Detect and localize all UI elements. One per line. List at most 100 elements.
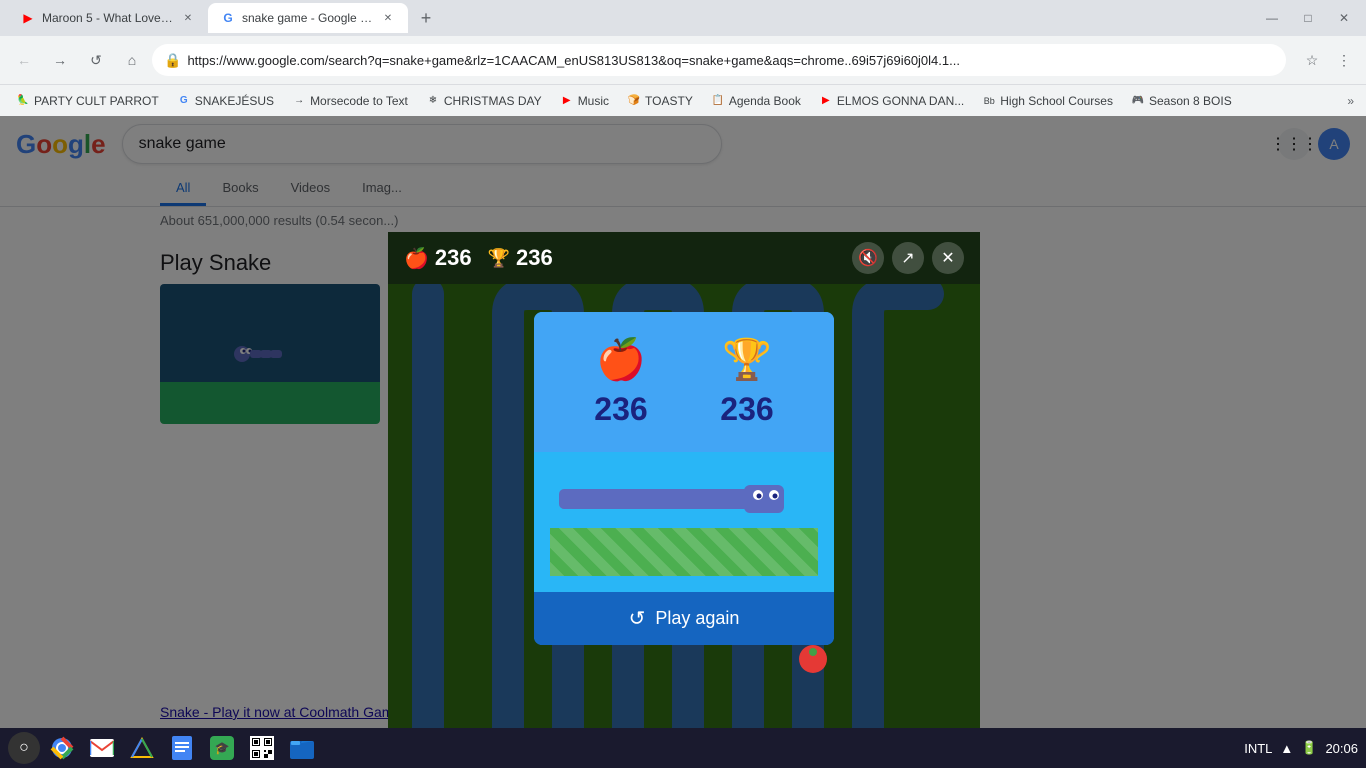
tab-youtube[interactable]: ▶ Maroon 5 - What Lovers Do (Lyri... ✕ [8,3,208,33]
taskbar-qr[interactable] [244,730,280,766]
taskbar-drive[interactable] [124,730,160,766]
taskbar-right: INTL ▲ 🔋 20:06 [1244,740,1358,756]
bookmark-snake[interactable]: G SNAKEJÉSUS [169,92,282,110]
bookmark-morse[interactable]: → Morsecode to Text [284,92,416,110]
browser-frame: ▶ Maroon 5 - What Lovers Do (Lyri... ✕ G… [0,0,1366,768]
play-again-button[interactable]: ↺ Play again [534,592,834,645]
elmos-icon: ▶ [819,94,833,108]
battery-icon: 🔋 [1301,740,1317,756]
star-icon[interactable]: ☆ [1298,46,1326,74]
bookmarks-more[interactable]: » [1343,92,1358,110]
best-score-value: 236 [516,245,553,271]
snake-bookmark-icon: G [177,94,191,108]
files-icon [290,737,314,759]
bookmark-morse-label: Morsecode to Text [310,94,408,108]
morse-icon: → [292,94,306,108]
modal-snake-svg [554,473,814,523]
bookmark-highschool-label: High School Courses [1000,94,1113,108]
modal-current-score: 🍎 236 [594,336,647,428]
bookmark-music-label: Music [578,94,609,108]
refresh-button[interactable]: ↺ [80,44,112,76]
bookmark-parrot[interactable]: 🦜 PARTY CULT PARROT [8,92,167,110]
taskbar-chrome[interactable] [44,730,80,766]
youtube-favicon: ▶ [20,10,36,26]
back-button[interactable]: ← [8,44,40,76]
taskbar-gmail[interactable] [84,730,120,766]
current-score: 🍎 236 [404,245,472,271]
bookmark-toasty[interactable]: 🍞 TOASTY [619,92,701,110]
chrome-icon [50,736,74,760]
forward-button[interactable]: → [44,44,76,76]
modal-snake-area [534,452,834,592]
main-content: Google snake game ⋮⋮⋮ A All Books Videos… [0,116,1366,728]
modal-scores: 🍎 236 🏆 236 [534,312,834,452]
mute-button[interactable]: 🔇 [852,242,884,274]
close-game-button[interactable]: ✕ [932,242,964,274]
start-button[interactable]: ○ [8,732,40,764]
modal-apple-icon: 🍎 [596,336,646,383]
close-button[interactable]: ✕ [1330,4,1358,32]
bookmark-toasty-label: TOASTY [645,94,693,108]
qr-icon [250,736,274,760]
language-indicator: INTL [1244,741,1272,756]
bookmark-season8[interactable]: 🎮 Season 8 BOIS [1123,92,1240,110]
game-header: 🍎 236 🏆 236 🔇 ↗ ✕ [388,232,980,284]
bookmark-season8-label: Season 8 BOIS [1149,94,1232,108]
classroom-icon: 🎓 [210,736,234,760]
address-bar-icons: ☆ ⋮ [1298,46,1358,74]
taskbar-files[interactable] [284,730,320,766]
taskbar: ○ [0,728,1366,768]
drive-icon [130,737,154,759]
new-tab-button[interactable]: + [412,4,440,32]
bookmark-parrot-label: PARTY CULT PARROT [34,94,159,108]
modal-ground [550,528,818,576]
music-icon: ▶ [560,94,574,108]
tab-google[interactable]: G snake game - Google Search ✕ [208,3,408,33]
home-button[interactable]: ⌂ [116,44,148,76]
url-text: https://www.google.com/search?q=snake+ga… [187,53,1274,68]
bookmark-music[interactable]: ▶ Music [552,92,617,110]
bookmarks-bar: 🦜 PARTY CULT PARROT G SNAKEJÉSUS → Morse… [0,84,1366,116]
title-bar: ▶ Maroon 5 - What Lovers Do (Lyri... ✕ G… [0,0,1366,36]
bookmark-agenda[interactable]: 📋 Agenda Book [703,92,809,110]
modal-trophy-icon: 🏆 [722,336,772,383]
lock-icon: 🔒 [164,52,181,69]
bookmark-agenda-label: Agenda Book [729,94,801,108]
taskbar-left: ○ [8,730,320,766]
season8-icon: 🎮 [1131,94,1145,108]
wifi-icon: ▲ [1280,741,1293,756]
svg-text:🎓: 🎓 [215,741,230,755]
taskbar-docs[interactable] [164,730,200,766]
bookmark-highschool[interactable]: Bb High School Courses [974,92,1121,110]
apple-icon: 🍎 [404,246,429,271]
gmail-icon [90,739,114,757]
share-button[interactable]: ↗ [892,242,924,274]
christmas-icon: ❄ [426,94,440,108]
maximize-button[interactable]: □ [1294,4,1322,32]
google-favicon: G [220,10,236,26]
tab-google-title: snake game - Google Search [242,11,374,25]
bookmark-snake-label: SNAKEJÉSUS [195,94,274,108]
agenda-icon: 📋 [711,94,725,108]
toasty-icon: 🍞 [627,94,641,108]
taskbar-classroom[interactable]: 🎓 [204,730,240,766]
tab-google-close[interactable]: ✕ [380,10,396,26]
address-bar: ← → ↺ ⌂ 🔒 https://www.google.com/search?… [0,36,1366,84]
parrot-icon: 🦜 [16,94,30,108]
bookmark-elmos[interactable]: ▶ ELMOS GONNA DAN... [811,92,972,110]
url-bar[interactable]: 🔒 https://www.google.com/search?q=snake+… [152,44,1286,76]
game-controls: 🔇 ↗ ✕ [852,242,964,274]
extensions-menu[interactable]: ⋮ [1330,46,1358,74]
minimize-button[interactable]: — [1258,4,1286,32]
modal-best-score: 🏆 236 [720,336,773,428]
current-score-value: 236 [435,245,472,271]
snake-game: 🍎 236 🏆 236 🔇 ↗ ✕ [388,232,980,728]
game-over-modal: 🍎 236 🏆 236 [534,312,834,645]
play-again-label: Play again [655,608,739,629]
modal-best-value: 236 [720,391,773,428]
tab-youtube-close[interactable]: ✕ [180,10,196,26]
modal-score-value: 236 [594,391,647,428]
docs-icon [172,736,192,760]
best-score: 🏆 236 [488,245,553,271]
bookmark-christmas[interactable]: ❄ CHRISTMAS DAY [418,92,550,110]
